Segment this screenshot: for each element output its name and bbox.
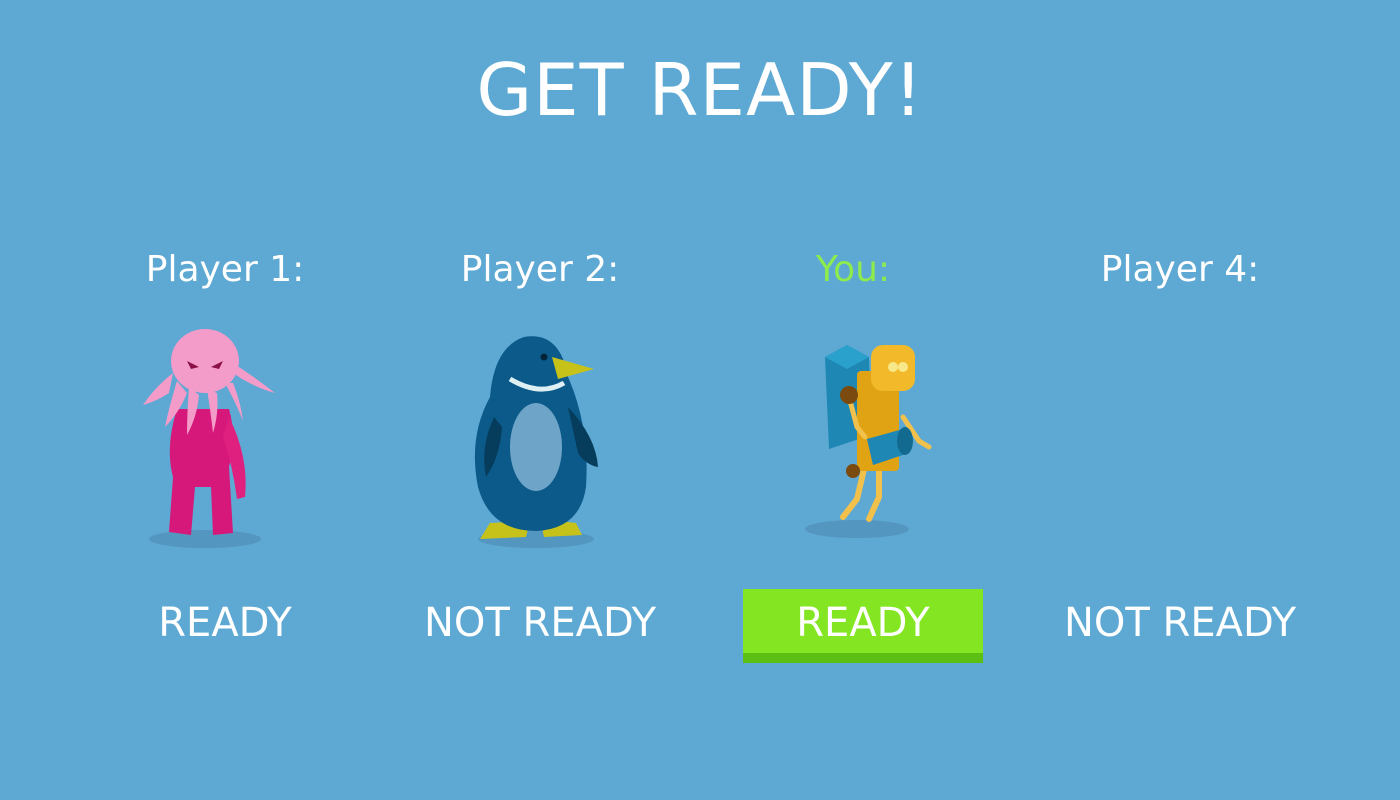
player-4-status: NOT READY: [1063, 600, 1297, 646]
player-slot-self: You: READY: [703, 245, 1003, 685]
player-2-label: Player 2:: [460, 249, 620, 290]
player-1-label: Player 1:: [145, 249, 305, 290]
game-lobby-screen: GET READY! Player 1: READY Player 2: NOT…: [0, 0, 1400, 800]
you-label: You:: [815, 249, 891, 290]
player-slot-2: Player 2: NOT READY: [390, 245, 690, 685]
player-2-status: NOT READY: [423, 600, 657, 646]
self-ready-button[interactable]: READY: [743, 589, 983, 663]
player-slot-1: Player 1: READY: [75, 245, 375, 685]
player-4-label: Player 4:: [1100, 249, 1260, 290]
robot-character-icon: [805, 345, 932, 538]
player-1-status: READY: [158, 600, 292, 646]
player-slot-4: Player 4: NOT READY: [1030, 245, 1330, 685]
penguin-character-icon: [474, 336, 598, 548]
page-title: GET READY!: [476, 48, 924, 132]
pink-squid-character-icon: [143, 329, 275, 548]
